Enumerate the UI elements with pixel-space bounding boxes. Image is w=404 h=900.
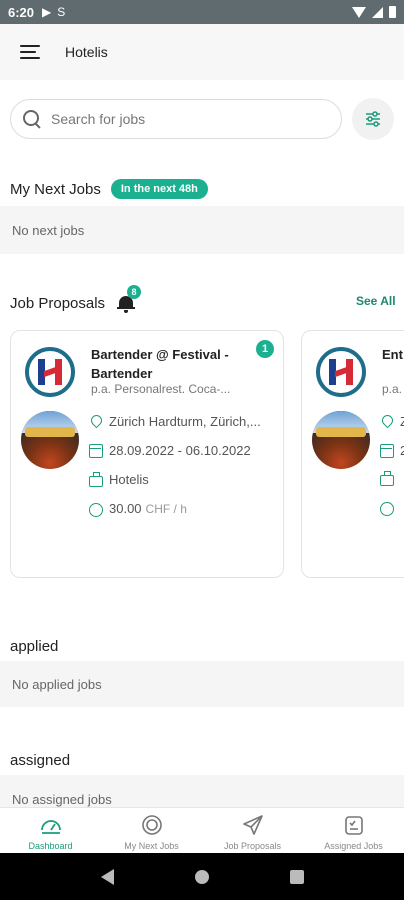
job-dates-row: 2 [380, 443, 404, 458]
job-card-clip: Ent Bar p.a. Z 2 [300, 330, 404, 580]
home-icon[interactable] [194, 869, 209, 884]
youtube-icon: ▶ [42, 5, 52, 19]
paper-plane-icon [242, 815, 263, 835]
assigned-header: assigned [10, 750, 70, 770]
next-jobs-title: My Next Jobs [10, 180, 101, 198]
assigned-empty-text: No assigned jobs [12, 792, 112, 807]
app-bar: Hotelis [0, 24, 404, 80]
app-title: Hotelis [65, 44, 108, 60]
next-jobs-empty: No next jobs [0, 206, 404, 254]
money-icon [380, 501, 394, 516]
location-pin-icon [380, 415, 394, 429]
job-photo [312, 411, 370, 469]
nav-label: Job Proposals [223, 841, 282, 851]
money-icon [89, 502, 103, 517]
recents-icon[interactable] [289, 869, 304, 884]
job-card[interactable]: Bartender @ Festival - Bartender p.a. Pe… [10, 330, 284, 578]
job-card[interactable]: Ent Bar p.a. Z 2 [301, 330, 404, 578]
menu-icon[interactable] [20, 45, 40, 59]
bottom-nav: Dashboard My Next Jobs Job Proposals Ass… [0, 807, 404, 853]
next-48h-badge: In the next 48h [110, 179, 208, 199]
calendar-icon [89, 443, 103, 458]
job-client: p.a. [382, 382, 403, 396]
job-location-row: Zürich Hardturm, Zürich,... [89, 414, 261, 429]
filter-button[interactable] [352, 98, 394, 140]
job-location: Zürich Hardturm, Zürich,... [109, 414, 261, 429]
briefcase-icon [380, 471, 394, 486]
see-all-link[interactable]: See All [356, 294, 396, 308]
location-pin-icon [89, 415, 103, 429]
job-rate-row [380, 501, 400, 516]
status-time: 6:20 [8, 4, 35, 20]
job-rate-row: 30.00 CHF / h [89, 501, 187, 517]
job-rate-unit: CHF / h [145, 501, 187, 516]
job-proposals-header: Job Proposals 8 [10, 285, 142, 314]
calendar-icon [380, 443, 394, 458]
search-icon [23, 110, 41, 128]
job-company-row: Hotelis [89, 471, 149, 487]
next-jobs-empty-text: No next jobs [12, 222, 85, 238]
battery-icon [389, 6, 396, 18]
search-box[interactable] [10, 99, 342, 139]
job-photo [21, 411, 79, 469]
job-company-row [380, 471, 400, 486]
status-bar: 6:20 ▶ S [0, 0, 404, 24]
hotelis-logo [316, 347, 366, 397]
nav-my-next-jobs[interactable]: My Next Jobs [101, 808, 202, 853]
nav-label: My Next Jobs [124, 841, 179, 851]
sliders-icon [366, 111, 380, 127]
briefcase-icon [89, 471, 103, 487]
system-nav-bar [0, 853, 404, 900]
wifi-icon [352, 6, 366, 18]
job-client: p.a. Personalrest. Coca-... [91, 382, 231, 396]
signal-icon [372, 6, 383, 18]
nav-label: Assigned Jobs [324, 841, 383, 851]
applied-empty: No applied jobs [0, 661, 404, 707]
job-title: Bartender @ Festival - Bartender [91, 347, 229, 381]
search-row [10, 98, 394, 140]
bell-icon[interactable]: 8 [117, 285, 142, 313]
hotelis-logo [25, 347, 75, 397]
job-dates: 2 [400, 443, 404, 458]
job-company: Hotelis [109, 472, 149, 487]
job-title: Ent Bar [382, 347, 404, 362]
applied-header: applied [10, 636, 58, 656]
nav-label: Dashboard [28, 841, 73, 851]
job-location: Z [400, 414, 404, 429]
applied-empty-text: No applied jobs [12, 676, 102, 692]
job-dates: 28.09.2022 - 06.10.2022 [109, 443, 251, 458]
notification-count: 8 [127, 285, 142, 299]
applied-title: applied [10, 637, 59, 655]
job-count-badge: 1 [256, 340, 274, 358]
next-jobs-icon [141, 815, 162, 835]
dashboard-icon [40, 820, 61, 834]
back-icon[interactable] [100, 868, 114, 885]
nav-job-proposals[interactable]: Job Proposals [202, 808, 303, 853]
job-location-row: Z [380, 414, 404, 429]
job-dates-row: 28.09.2022 - 06.10.2022 [89, 443, 251, 458]
next-jobs-header: My Next Jobs In the next 48h [10, 178, 208, 200]
clipboard-icon [344, 816, 363, 835]
job-proposals-title: Job Proposals [10, 294, 106, 312]
nav-dashboard[interactable]: Dashboard [0, 808, 101, 853]
s-icon: S [57, 5, 66, 19]
search-input[interactable] [51, 111, 311, 127]
assigned-title: assigned [10, 751, 71, 769]
job-rate-value: 30.00 [109, 501, 142, 516]
nav-assigned-jobs[interactable]: Assigned Jobs [303, 808, 404, 853]
